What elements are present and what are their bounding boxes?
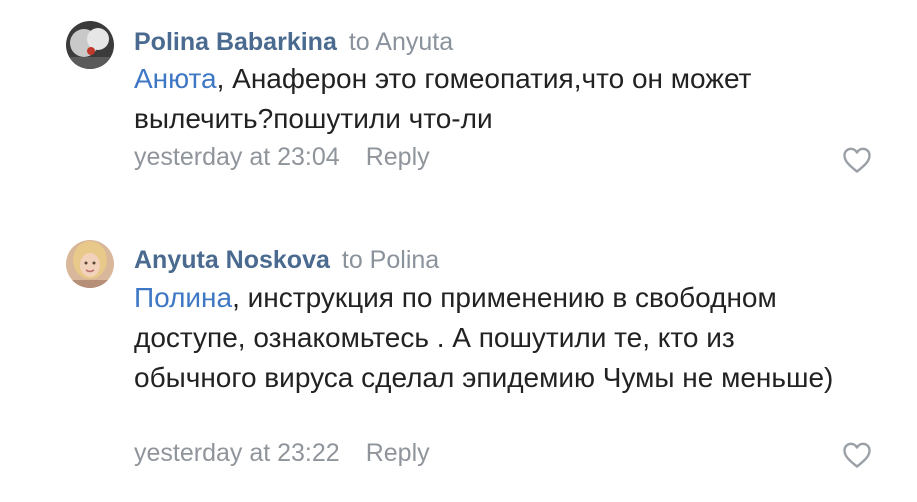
comment-item: Polina Babarkina to Anyuta Анюта, Анаферо…: [0, 0, 917, 200]
comment-item: Anyuta Noskova to Polina Полина, инструкц…: [0, 222, 917, 502]
comment-timestamp: yesterday at 23:22: [134, 439, 340, 467]
reply-button[interactable]: Reply: [366, 439, 430, 467]
avatar-photo-icon: [66, 21, 114, 69]
comment-meta: yesterday at 23:04 Reply: [134, 142, 430, 172]
reply-target[interactable]: to Polina: [342, 246, 439, 274]
comment-timestamp: yesterday at 23:04: [134, 143, 340, 171]
comment-text: Анюта, Анаферон это гомеопатия,что он мо…: [134, 59, 834, 139]
comment-message: , инструкция по применению в свободном д…: [134, 282, 834, 393]
heart-outline-icon: [843, 147, 871, 173]
author-name[interactable]: Anyuta Noskova: [134, 246, 330, 274]
author-name[interactable]: Polina Babarkina: [134, 28, 337, 56]
reply-button[interactable]: Reply: [366, 143, 430, 171]
mention-link[interactable]: Анюта: [134, 63, 217, 94]
reply-target[interactable]: to Anyuta: [349, 28, 453, 56]
author-avatar[interactable]: [66, 21, 114, 69]
like-button[interactable]: [842, 146, 872, 174]
comment-message: , Анаферон это гомеопатия,что он может в…: [134, 63, 752, 134]
comment-header: Anyuta Noskova to Polina: [134, 245, 439, 275]
comment-meta: yesterday at 23:22 Reply: [134, 438, 430, 468]
comment-text: Полина, инструкция по применению в свобо…: [134, 278, 834, 398]
mention-link[interactable]: Полина: [134, 282, 232, 313]
avatar-photo-icon: [66, 240, 114, 288]
comment-header: Polina Babarkina to Anyuta: [134, 27, 453, 57]
heart-outline-icon: [843, 442, 871, 468]
author-avatar[interactable]: [66, 240, 114, 288]
like-button[interactable]: [842, 441, 872, 469]
